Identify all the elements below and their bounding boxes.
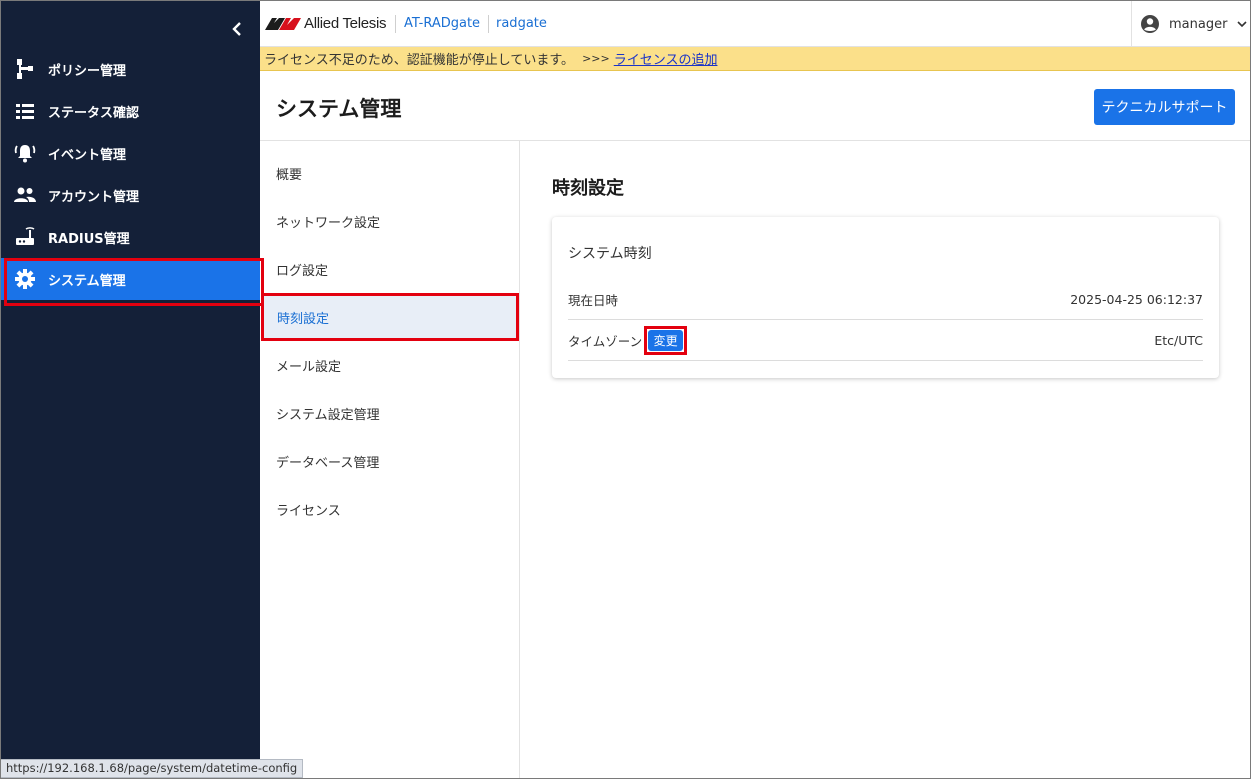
- sidebar-collapse-button[interactable]: [225, 15, 249, 43]
- account-circle-icon: [1141, 15, 1159, 33]
- tech-support-button[interactable]: テクニカルサポート: [1094, 89, 1235, 125]
- brand-logo[interactable]: Allied Telesis: [265, 15, 387, 32]
- people-icon: [13, 183, 37, 207]
- browser-status-url: https://192.168.1.68/page/system/datetim…: [1, 759, 304, 778]
- list-icon: [13, 99, 37, 123]
- sidebar-item-system[interactable]: システム管理: [1, 258, 264, 306]
- submenu-item-license[interactable]: ライセンス: [260, 485, 519, 533]
- chevron-left-icon: [232, 22, 241, 36]
- top-header: Allied Telesis AT-RADgate radgate manage…: [260, 1, 1250, 47]
- submenu-item-time[interactable]: 時刻設定: [261, 293, 519, 341]
- policy-tree-icon: [13, 57, 37, 81]
- section-title: 時刻設定: [552, 178, 624, 199]
- sidebar-item-label: ステータス確認: [48, 105, 140, 121]
- change-button-highlight: 変更: [644, 325, 688, 355]
- current-datetime-value: 2025-04-25 06:12:37: [1070, 291, 1203, 307]
- system-submenu: 概要 ネットワーク設定 ログ設定 時刻設定 メール設定 システム設定管理 データ…: [260, 141, 520, 778]
- submenu-item-mail[interactable]: メール設定: [260, 341, 519, 389]
- host-link[interactable]: radgate: [496, 16, 547, 31]
- add-license-link[interactable]: ライセンスの追加: [614, 49, 718, 68]
- page-title: システム管理: [276, 97, 402, 121]
- sidebar-item-radius[interactable]: RADIUS管理: [1, 216, 260, 258]
- sidebar-item-label: システム管理: [48, 273, 126, 289]
- header-divider: [488, 15, 489, 33]
- router-icon: [13, 225, 37, 249]
- bell-alert-icon: [13, 141, 37, 165]
- header-divider: [395, 15, 396, 33]
- sidebar-item-label: ポリシー管理: [48, 63, 127, 79]
- sidebar-item-label: イベント管理: [48, 147, 127, 163]
- timezone-row: タイムゾーン 変更 Etc/UTC: [568, 320, 1203, 361]
- sidebar-item-status[interactable]: ステータス確認: [1, 90, 260, 132]
- sidebar-item-accounts[interactable]: アカウント管理: [1, 174, 260, 216]
- row-label: タイムゾーン: [568, 333, 643, 349]
- current-datetime-row: 現在日時 2025-04-25 06:12:37: [568, 279, 1203, 320]
- page-header: システム管理 テクニカルサポート: [260, 71, 1250, 141]
- allied-telesis-logo-icon: [265, 17, 301, 30]
- submenu-item-network[interactable]: ネットワーク設定: [260, 197, 519, 245]
- timezone-value: Etc/UTC: [1154, 332, 1203, 348]
- sidebar-item-policy[interactable]: ポリシー管理: [1, 48, 260, 90]
- user-menu[interactable]: manager: [1131, 1, 1250, 47]
- timezone-label-group: タイムゾーン 変更: [568, 325, 688, 355]
- warning-arrows: >>>: [582, 52, 610, 65]
- license-warning-banner: ライセンス不足のため、認証機能が停止しています。 >>> ライセンスの追加: [260, 47, 1250, 71]
- sidebar-item-events[interactable]: イベント管理: [1, 132, 260, 174]
- submenu-item-database[interactable]: データベース管理: [260, 437, 519, 485]
- submenu-item-log[interactable]: ログ設定: [260, 245, 519, 293]
- brand-name: Allied Telesis: [304, 15, 387, 32]
- product-link[interactable]: AT-RADgate: [404, 16, 480, 31]
- submenu-item-overview[interactable]: 概要: [260, 149, 519, 197]
- gear-icon: [13, 267, 37, 291]
- system-time-card: システム時刻 現在日時 2025-04-25 06:12:37 タイムゾーン 変…: [552, 217, 1219, 378]
- chevron-down-icon: [1237, 20, 1248, 27]
- card-title: システム時刻: [568, 246, 652, 262]
- change-timezone-button[interactable]: 変更: [648, 329, 684, 351]
- sidebar-item-label: アカウント管理: [48, 189, 140, 205]
- username: manager: [1169, 16, 1228, 32]
- submenu-item-config-management[interactable]: システム設定管理: [260, 389, 519, 437]
- row-label: 現在日時: [568, 292, 619, 308]
- sidebar: ポリシー管理 ステータス確認 イベント管理 アカウント管理 RADIUS管理 シ…: [1, 1, 264, 778]
- warning-message: ライセンス不足のため、認証機能が停止しています。: [264, 53, 575, 68]
- sidebar-item-label: RADIUS管理: [48, 231, 130, 247]
